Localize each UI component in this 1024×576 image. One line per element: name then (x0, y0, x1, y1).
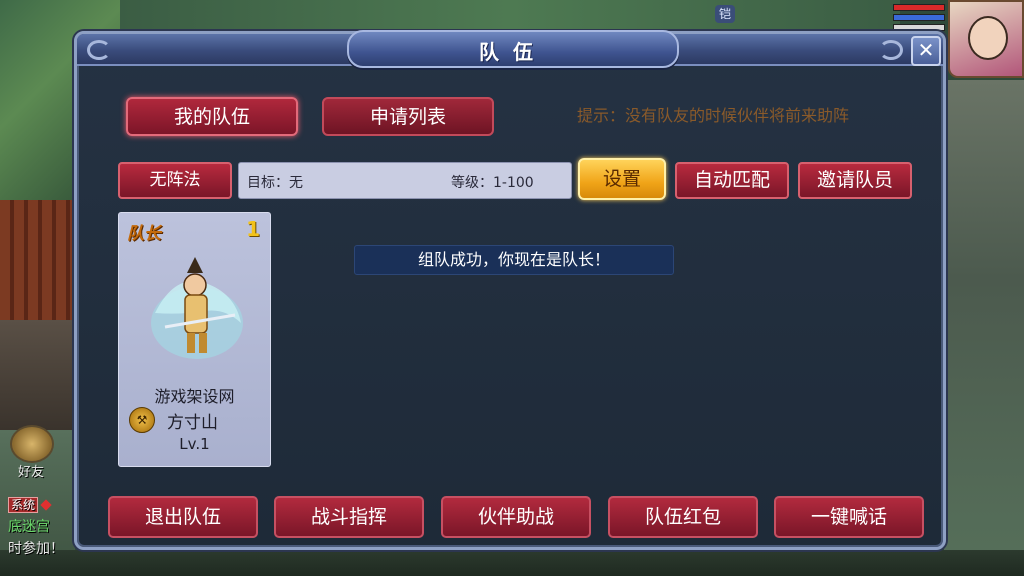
character-avatar (151, 257, 243, 359)
dialog-title: 队伍 (479, 40, 547, 64)
chat-line-2: 底迷宫 (8, 519, 50, 535)
member-level: Lv.1 (179, 435, 210, 453)
mp-bar (893, 14, 945, 21)
status-message: 组队成功，你现在是队长！ (354, 245, 674, 275)
portrait-face (968, 16, 1008, 60)
chat-dot-icon (40, 499, 52, 511)
armor-icon[interactable]: 铠 (715, 5, 735, 23)
member-card-1[interactable]: 队长 1 游戏架设网 ⚒ 方寸山 Lv.1 (118, 212, 271, 467)
xp-bar (893, 24, 945, 31)
battle-command-button[interactable]: 战斗指挥 (274, 496, 424, 538)
friends-button[interactable]: 好友 (6, 425, 66, 483)
player-portrait[interactable] (948, 0, 1024, 78)
world-right-building (944, 80, 1024, 576)
settings-button[interactable]: 设置 (578, 158, 666, 200)
member-slot-number: 1 (246, 217, 260, 241)
title-plaque: 队伍 (347, 30, 679, 68)
target-label: 目标：无 (247, 175, 303, 191)
auto-match-button[interactable]: 自动匹配 (675, 162, 789, 199)
ornament-right-icon (879, 40, 903, 60)
world-bottom-strip (0, 550, 1024, 576)
chat-system-tag: 系统 (8, 497, 39, 513)
friends-label: 好友 (18, 465, 45, 480)
partner-assist-button[interactable]: 伙伴助战 (441, 496, 591, 538)
tab-my-team[interactable]: 我的队伍 (126, 97, 298, 136)
hp-bar (893, 4, 945, 11)
level-range-label: 等级：1-100 (451, 175, 534, 191)
one-click-shout-button[interactable]: 一键喊话 (774, 496, 924, 538)
member-school: 方寸山 (167, 413, 218, 433)
target-field[interactable]: 目标：无 等级：1-100 (238, 162, 572, 199)
close-icon[interactable]: ✕ (911, 36, 941, 66)
member-name: 游戏架设网 (154, 387, 235, 406)
handshake-icon (10, 425, 54, 463)
fangcun-school-icon: ⚒ (129, 407, 155, 433)
team-dialog: 队伍 ✕ 我的队伍 申请列表 提示：没有队友的时候伙伴将前来助阵 无阵法 目标：… (74, 30, 946, 550)
leave-team-button[interactable]: 退出队伍 (108, 496, 258, 538)
chat-line-3: 时参加！ (8, 541, 64, 557)
world-roof (0, 200, 75, 320)
member-school-row: ⚒ 方寸山 (129, 407, 264, 433)
chat-line-1: 系统 (8, 496, 52, 513)
invite-member-button[interactable]: 邀请队员 (798, 162, 912, 199)
formation-button[interactable]: 无阵法 (118, 162, 232, 199)
dialog-titlebar: 队伍 ✕ (77, 30, 943, 68)
ornament-left-icon (87, 40, 111, 60)
world-wall (0, 320, 75, 430)
team-red-packet-button[interactable]: 队伍红包 (608, 496, 758, 538)
hint-text: 提示：没有队友的时候伙伴将前来助阵 (577, 106, 850, 125)
tab-application-list[interactable]: 申请列表 (322, 97, 494, 136)
player-status-bars (893, 4, 945, 34)
member-role: 队长 (127, 224, 161, 244)
